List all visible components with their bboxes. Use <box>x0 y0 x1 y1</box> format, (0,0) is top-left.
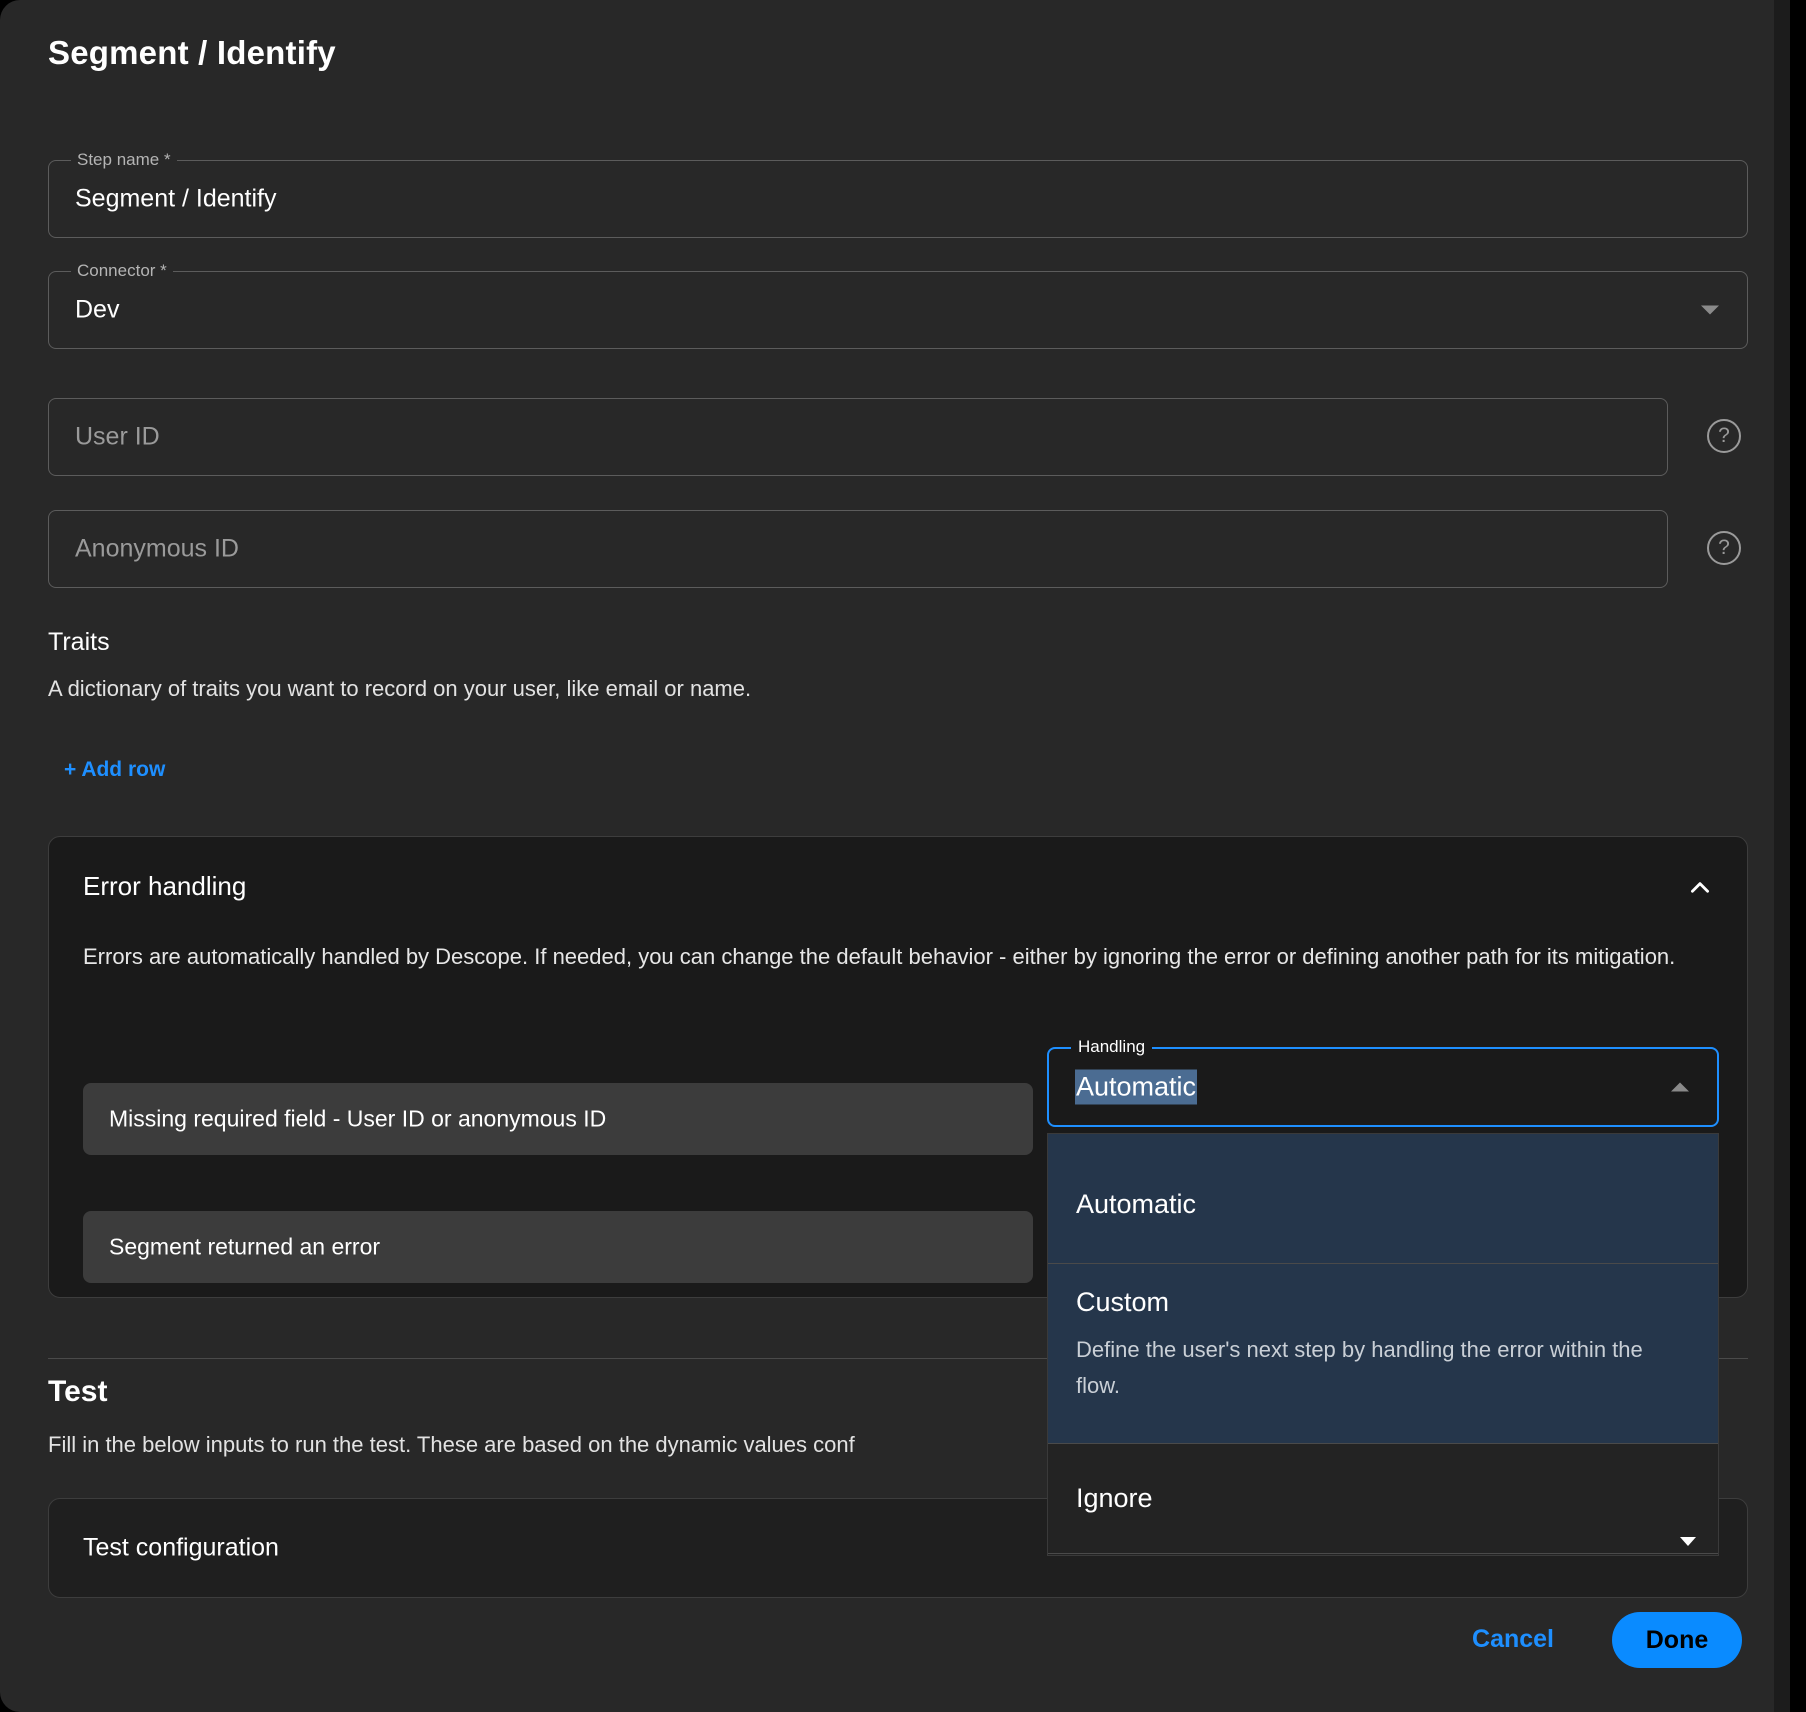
dropdown-option-automatic[interactable]: Automatic <box>1048 1134 1718 1264</box>
chevron-down-icon[interactable] <box>1701 306 1719 315</box>
test-description: Fill in the below inputs to run the test… <box>48 1432 855 1458</box>
step-name-label: Step name * <box>71 150 177 170</box>
error-handling-description: Errors are automatically handled by Desc… <box>83 939 1713 975</box>
handling-select[interactable]: Handling Automatic <box>1047 1047 1719 1127</box>
traits-heading: Traits <box>48 628 110 657</box>
error-row-label: Missing required field - User ID or anon… <box>109 1106 606 1133</box>
error-row-label: Segment returned an error <box>109 1234 380 1261</box>
required-asterisk: * <box>164 150 171 169</box>
chevron-up-icon[interactable] <box>1671 1083 1689 1092</box>
chevron-up-icon[interactable] <box>1687 875 1713 901</box>
handling-selected-value[interactable]: Automatic <box>1075 1070 1197 1105</box>
step-name-field[interactable]: Step name * Segment / Identify <box>48 160 1748 238</box>
done-button[interactable]: Done <box>1612 1612 1742 1668</box>
help-circle-icon[interactable]: ? <box>1707 419 1741 453</box>
step-config-dialog: Segment / Identify Step name * Segment /… <box>0 0 1790 1712</box>
required-asterisk: * <box>160 261 167 280</box>
connector-select[interactable]: Connector * Dev <box>48 271 1748 349</box>
page-title: Segment / Identify <box>48 34 336 72</box>
handling-label: Handling <box>1071 1037 1152 1057</box>
step-name-input[interactable]: Segment / Identify <box>75 185 277 214</box>
cancel-button[interactable]: Cancel <box>1472 1625 1554 1654</box>
traits-description: A dictionary of traits you want to recor… <box>48 676 751 702</box>
option-description: Define the user's next step by handling … <box>1076 1332 1690 1402</box>
option-label: Ignore <box>1076 1482 1690 1514</box>
scrollbar-track[interactable] <box>1774 0 1790 1712</box>
handling-dropdown-menu[interactable]: Automatic Custom Define the user's next … <box>1047 1133 1719 1556</box>
connector-label: Connector * <box>71 261 173 281</box>
error-row-missing-field[interactable]: Missing required field - User ID or anon… <box>83 1083 1033 1155</box>
anonymous-id-input[interactable]: Anonymous ID <box>75 535 239 564</box>
option-label: Custom <box>1076 1286 1690 1318</box>
user-id-field[interactable]: User ID <box>48 398 1668 476</box>
dropdown-option-ignore[interactable]: Ignore <box>1048 1444 1718 1554</box>
error-handling-title: Error handling <box>83 871 246 902</box>
connector-value: Dev <box>75 296 119 325</box>
add-row-link[interactable]: + Add row <box>64 758 165 782</box>
option-label: Automatic <box>1076 1188 1690 1220</box>
error-row-segment-error[interactable]: Segment returned an error <box>83 1211 1033 1283</box>
dropdown-option-custom[interactable]: Custom Define the user's next step by ha… <box>1048 1264 1718 1444</box>
help-circle-icon[interactable]: ? <box>1707 531 1741 565</box>
test-heading: Test <box>48 1375 107 1409</box>
user-id-input[interactable]: User ID <box>75 423 160 452</box>
test-configuration-label: Test configuration <box>83 1534 279 1563</box>
chevron-down-icon[interactable] <box>1680 1537 1696 1546</box>
anonymous-id-field[interactable]: Anonymous ID <box>48 510 1668 588</box>
